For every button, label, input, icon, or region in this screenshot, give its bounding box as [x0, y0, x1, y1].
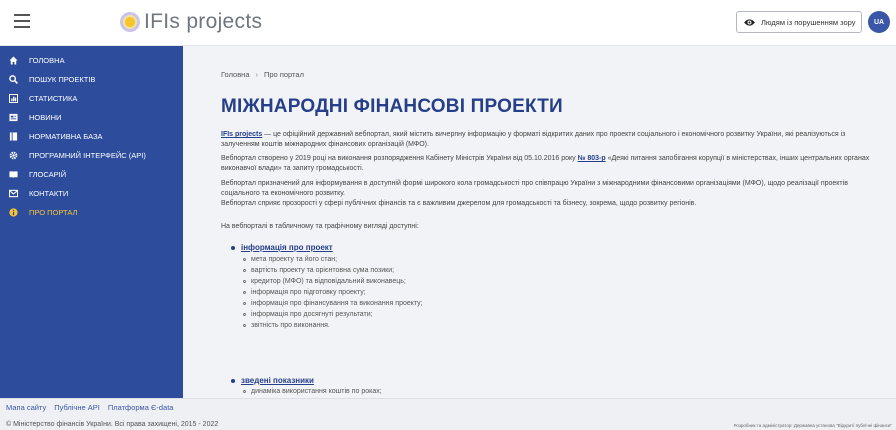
circle-bullet-icon [243, 390, 246, 393]
developer-text: Розробник та адміністратор: Державна уст… [733, 423, 892, 428]
sidebar-item-label: ГОЛОВНА [29, 55, 65, 65]
circle-bullet-icon [243, 302, 246, 305]
breadcrumb-separator: › [255, 70, 259, 79]
summary-indicators-heading[interactable]: зведені показники [231, 376, 314, 385]
list-item: інформація про фінансування та виконання… [243, 300, 423, 307]
breadcrumb: Головна › Про портал [221, 70, 304, 79]
purpose-text: Вебпортал призначений для інформування в… [221, 180, 848, 197]
circle-bullet-icon [243, 258, 246, 261]
list-item: вартість проекту та орієнтовна сума пози… [243, 267, 394, 274]
book-icon [9, 131, 18, 141]
top-header: IFIs projects Людям із порушенням зору U… [0, 0, 896, 46]
sidebar-item-news[interactable]: НОВИНИ [0, 107, 183, 127]
logo-text: IFIs projects [144, 10, 263, 33]
ifis-projects-link[interactable]: IFIs projects [221, 131, 262, 138]
circle-bullet-icon [243, 280, 246, 283]
sidebar-item-label: КОНТАКТИ [29, 188, 69, 198]
sidebar-item-label: ГЛОСАРІЙ [29, 169, 67, 179]
transparency-text: Вебпортал сприяє прозорості у сфері публ… [221, 200, 697, 207]
transparency-paragraph: Вебпортал сприяє прозорості у сфері публ… [221, 199, 871, 209]
list-item: кредитор (МФО) та відповідальний виконав… [243, 278, 406, 285]
list-item-text: інформація про фінансування та виконання… [251, 300, 423, 307]
summary-indicators-label: зведені показники [241, 376, 314, 385]
search-icon [9, 74, 18, 84]
accessibility-label: Людям із порушенням зору [761, 17, 856, 27]
page-title: МІЖНАРОДНІ ФІНАНСОВІ ПРОЕКТИ [221, 96, 563, 117]
sidebar-item-label: ПОШУК ПРОЕКТІВ [29, 74, 96, 84]
list-item-text: динаміка використання коштів по роках; [251, 388, 382, 395]
list-item-text: кредитор (МФО) та відповідальний виконав… [251, 278, 406, 285]
accessibility-button[interactable]: Людям із порушенням зору [736, 11, 862, 33]
intro-text: — це офіційний державний вебпортал, який… [221, 131, 846, 148]
sidebar-item-legal-base[interactable]: НОРМАТИВНА БАЗА [0, 126, 183, 146]
edata-link[interactable]: Платформа Є-data [108, 403, 174, 412]
sidebar-item-label: НОРМАТИВНА БАЗА [29, 131, 103, 141]
sidebar-item-home[interactable]: ГОЛОВНА [0, 50, 183, 70]
project-info-heading[interactable]: інформація про проект [231, 243, 333, 252]
sitemap-link[interactable]: Мапа сайту [6, 403, 46, 412]
copyright-text: © Міністерство фінансів України. Всі пра… [6, 421, 219, 428]
list-item-text: інформація про підготовку проекту; [251, 289, 366, 296]
circle-bullet-icon [243, 291, 246, 294]
sidebar-item-api[interactable]: ПРОГРАМНИЙ ІНТЕРФЕЙС (API) [0, 145, 183, 165]
available-text: На вебпорталі в табличному та графічному… [221, 223, 419, 230]
eye-icon [744, 18, 755, 26]
main-content: Головна › Про портал МІЖНАРОДНІ ФІНАНСОВ… [183, 46, 896, 398]
sidebar-item-label: СТАТИСТИКА [29, 93, 78, 103]
sidebar-item-search[interactable]: ПОШУК ПРОЕКТІВ [0, 69, 183, 89]
gear-icon [9, 151, 18, 160]
site-logo[interactable]: IFIs projects [120, 10, 262, 34]
list-item: інформація про підготовку проекту; [243, 289, 366, 296]
glossary-icon [9, 170, 18, 179]
bullet-icon [231, 245, 235, 250]
language-switch[interactable]: UA [868, 11, 890, 33]
list-item-text: звітність про виконання. [251, 322, 330, 329]
breadcrumb-home[interactable]: Головна [221, 70, 250, 79]
list-item: динаміка використання коштів по роках; [243, 388, 382, 395]
list-item-text: вартість проекту та орієнтовна сума пози… [251, 267, 395, 274]
chart-icon [9, 93, 18, 103]
available-paragraph: На вебпорталі в табличному та графічному… [221, 222, 871, 232]
list-item: інформація про досягнуті результати; [243, 311, 373, 318]
breadcrumb-current: Про портал [264, 70, 304, 79]
logo-emblem-icon [120, 12, 140, 32]
decree-link[interactable]: № 803-р [578, 155, 606, 162]
info-icon [9, 207, 18, 217]
project-info-label: інформація про проект [241, 243, 333, 252]
news-icon [9, 113, 18, 122]
footer-links: Мапа сайту Публічне API Платформа Є-data [6, 403, 173, 412]
intro-paragraph: IFIs projects — це офіційний державний в… [221, 130, 871, 150]
bullet-icon [231, 378, 235, 383]
sidebar-item-contacts[interactable]: КОНТАКТИ [0, 183, 183, 203]
list-item-text: інформація про досягнуті результати; [251, 311, 373, 318]
sidebar-item-label: ПРО ПОРТАЛ [29, 207, 78, 217]
sidebar-item-label: ПРОГРАМНИЙ ІНТЕРФЕЙС (API) [29, 150, 146, 160]
sidebar-item-label: НОВИНИ [29, 112, 62, 122]
footer: Мапа сайту Публічне API Платформа Є-data… [0, 398, 896, 430]
circle-bullet-icon [243, 324, 246, 327]
sidebar: ГОЛОВНА ПОШУК ПРОЕКТІВ СТАТИСТИКА НОВИНИ… [0, 46, 183, 398]
home-icon [9, 55, 18, 65]
list-item: мета проекту та його стан; [243, 256, 337, 263]
mail-icon [9, 189, 18, 198]
public-api-link[interactable]: Публічне API [54, 403, 100, 412]
creation-text-start: Вебпортал створено у 2019 році на викона… [221, 155, 578, 162]
creation-paragraph: Вебпортал створено у 2019 році на викона… [221, 154, 871, 174]
sidebar-item-statistics[interactable]: СТАТИСТИКА [0, 88, 183, 108]
circle-bullet-icon [243, 313, 246, 316]
circle-bullet-icon [243, 269, 246, 272]
menu-icon[interactable] [14, 14, 30, 28]
list-item-text: мета проекту та його стан; [251, 256, 338, 263]
list-item: звітність про виконання. [243, 322, 330, 329]
sidebar-item-glossary[interactable]: ГЛОСАРІЙ [0, 164, 183, 184]
purpose-paragraph: Вебпортал призначений для інформування в… [221, 179, 871, 199]
sidebar-item-about[interactable]: ПРО ПОРТАЛ [0, 202, 183, 222]
